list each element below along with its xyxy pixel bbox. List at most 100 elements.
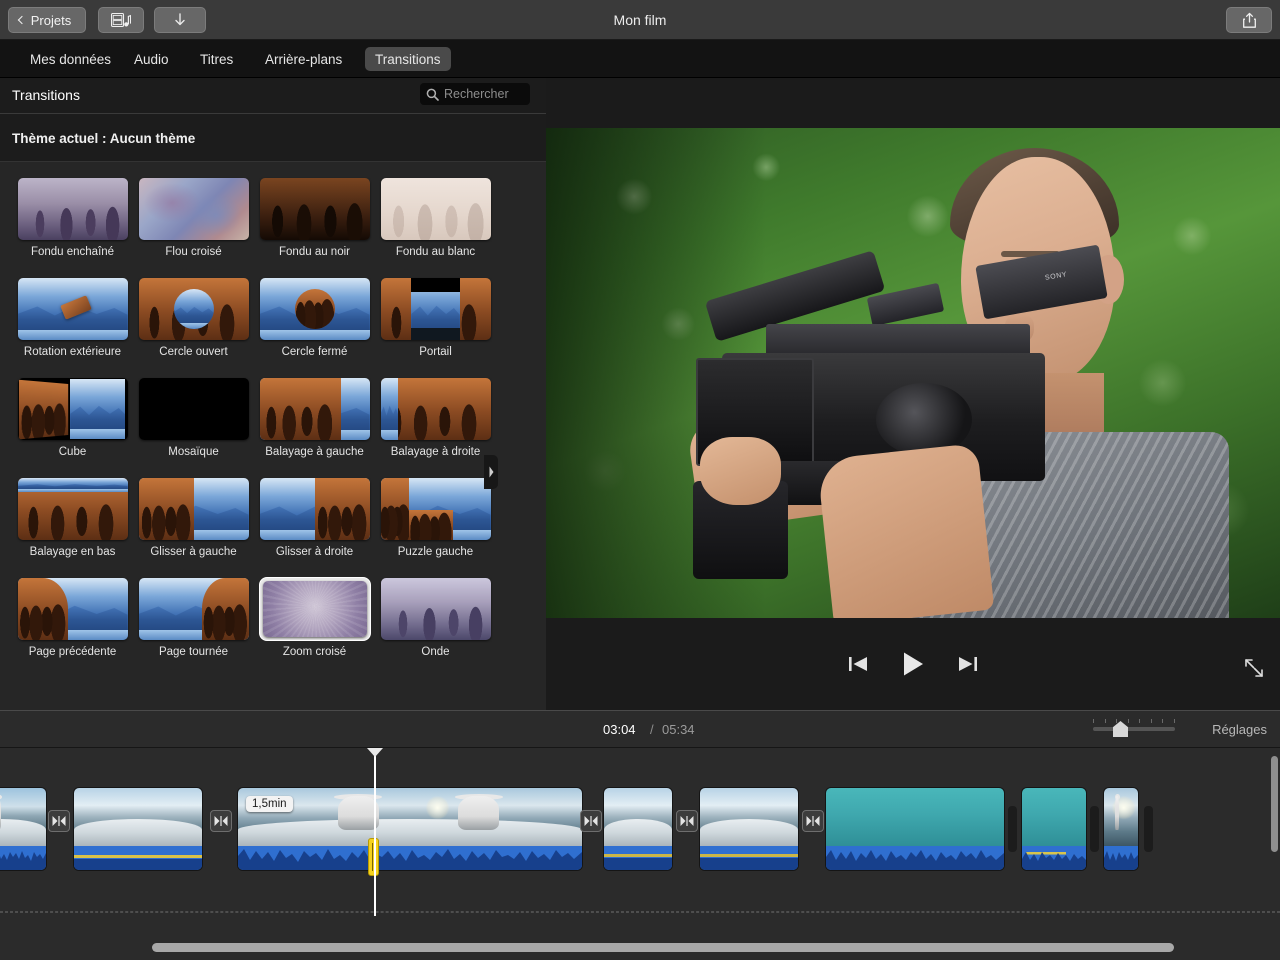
tab-audio[interactable]: Audio [124,47,179,71]
transition-item[interactable]: Cube [12,378,133,478]
transition-item[interactable]: Flou croisé [133,178,254,278]
browser-tab-bar: Mes données Audio Titres Arrière-plans T… [0,40,1280,78]
search-input[interactable] [444,87,526,101]
transition-item[interactable]: Balayage à droite [375,378,496,478]
back-to-projects-button[interactable]: Projets [8,7,86,33]
transition-item[interactable]: Page précédente [12,578,133,678]
transition-thumbnail-frame [260,578,370,640]
transition-label: Mosaïque [168,446,219,458]
transition-item[interactable]: Puzzle gauche [375,478,496,578]
fullscreen-icon[interactable] [1242,656,1266,680]
transition-thumbnail [139,178,249,240]
timeline-clip[interactable] [1104,788,1138,870]
current-time-label: 03:04 [603,722,636,737]
transition-label: Glisser à gauche [150,546,236,558]
chevron-right-icon [488,465,495,479]
transition-thumbnail [263,581,367,637]
timeline-clip[interactable] [74,788,202,870]
transition-icon[interactable] [676,810,698,832]
transition-label: Rotation extérieure [24,346,121,358]
transition-item[interactable]: Cercle fermé [254,278,375,378]
transition-item[interactable]: Mosaïque [133,378,254,478]
transition-item[interactable]: Fondu au noir [254,178,375,278]
panel-resize-handle[interactable] [484,455,498,489]
transition-thumbnail-frame [18,478,128,540]
transition-item[interactable]: Rotation extérieure [12,278,133,378]
transport-controls [546,618,1280,710]
transition-thumbnail-frame [18,578,128,640]
transition-thumbnail [381,478,491,540]
tab-transitions[interactable]: Transitions [365,47,451,71]
play-icon[interactable] [898,649,928,679]
timeline-clip[interactable] [604,788,672,870]
timeline-scrollbar-thumb[interactable] [152,943,1174,952]
download-arrow-icon [172,12,188,28]
transition-icon[interactable] [802,810,824,832]
timeline-scrollbar-track[interactable] [0,943,1280,952]
download-button[interactable] [154,7,206,33]
transition-thumbnail [381,178,491,240]
transition-thumbnail [381,378,491,440]
transition-item[interactable]: Balayage à gauche [254,378,375,478]
tab-label: Arrière-plans [265,52,342,67]
skip-to-end-icon[interactable] [954,653,980,675]
playhead-handle[interactable] [367,748,383,757]
transition-item[interactable]: Portail [375,278,496,378]
tab-titres[interactable]: Titres [190,47,243,71]
transition-label: Cercle ouvert [159,346,227,358]
tab-arriere-plans[interactable]: Arrière-plans [255,47,352,71]
timeline-gap[interactable] [1144,806,1153,852]
timeline[interactable]: 1,5min [0,748,1280,960]
transition-label: Onde [421,646,449,658]
timeline-clip[interactable] [826,788,1004,870]
transition-label: Portail [419,346,452,358]
transition-thumbnail [139,278,249,340]
audio-waveform [700,846,798,870]
settings-button[interactable]: Réglages [1212,722,1267,737]
transition-icon[interactable] [48,810,70,832]
timeline-clip[interactable] [1022,788,1086,870]
transition-label: Cercle fermé [282,346,348,358]
title-bar: Projets Mon film [0,0,1280,40]
transition-item[interactable]: Zoom croisé [254,578,375,678]
audio-waveform [74,846,202,870]
zoom-slider[interactable] [1093,727,1175,731]
timeline-vertical-scrollbar[interactable] [1271,756,1278,852]
transition-item[interactable]: Page tournée [133,578,254,678]
timeline-gap[interactable] [1008,806,1017,852]
share-button[interactable] [1226,7,1272,33]
transition-item[interactable]: Onde [375,578,496,678]
timeline-clip[interactable] [700,788,798,870]
total-time-label: 05:34 [662,722,695,737]
transition-thumbnail [260,278,370,340]
skip-to-start-icon[interactable] [846,653,872,675]
subject-left-hand [700,437,781,506]
video-preview[interactable]: SONY [546,128,1280,618]
tab-mes-donnees[interactable]: Mes données [20,47,121,71]
import-media-button[interactable] [98,7,144,33]
transition-item[interactable]: Fondu au blanc [375,178,496,278]
transition-label: Puzzle gauche [398,546,473,558]
transition-item[interactable]: Cercle ouvert [133,278,254,378]
tab-label: Transitions [375,52,441,67]
tab-label: Mes données [30,52,111,67]
viewer-panel: SONY [546,78,1280,710]
search-field[interactable] [420,83,530,105]
transitions-grid: Fondu enchaînéFlou croiséFondu au noirFo… [12,178,496,678]
playhead[interactable] [374,748,376,916]
timeline-clip[interactable] [0,788,46,870]
timeline-gap[interactable] [1090,806,1099,852]
transition-item[interactable]: Glisser à droite [254,478,375,578]
transition-item[interactable]: Fondu enchaîné [12,178,133,278]
transition-icon[interactable] [580,810,602,832]
transition-item[interactable]: Glisser à gauche [133,478,254,578]
transition-label: Page précédente [29,646,117,658]
current-theme-row: Thème actuel : Aucun thème [0,114,546,162]
browser-panel-header: Transitions [0,78,546,114]
transition-item[interactable]: Balayage en bas [12,478,133,578]
back-to-projects-label: Projets [31,13,71,28]
transition-label: Balayage en bas [30,546,116,558]
transition-icon[interactable] [210,810,232,832]
transition-thumbnail [381,578,491,640]
audio-waveform [1104,846,1138,870]
